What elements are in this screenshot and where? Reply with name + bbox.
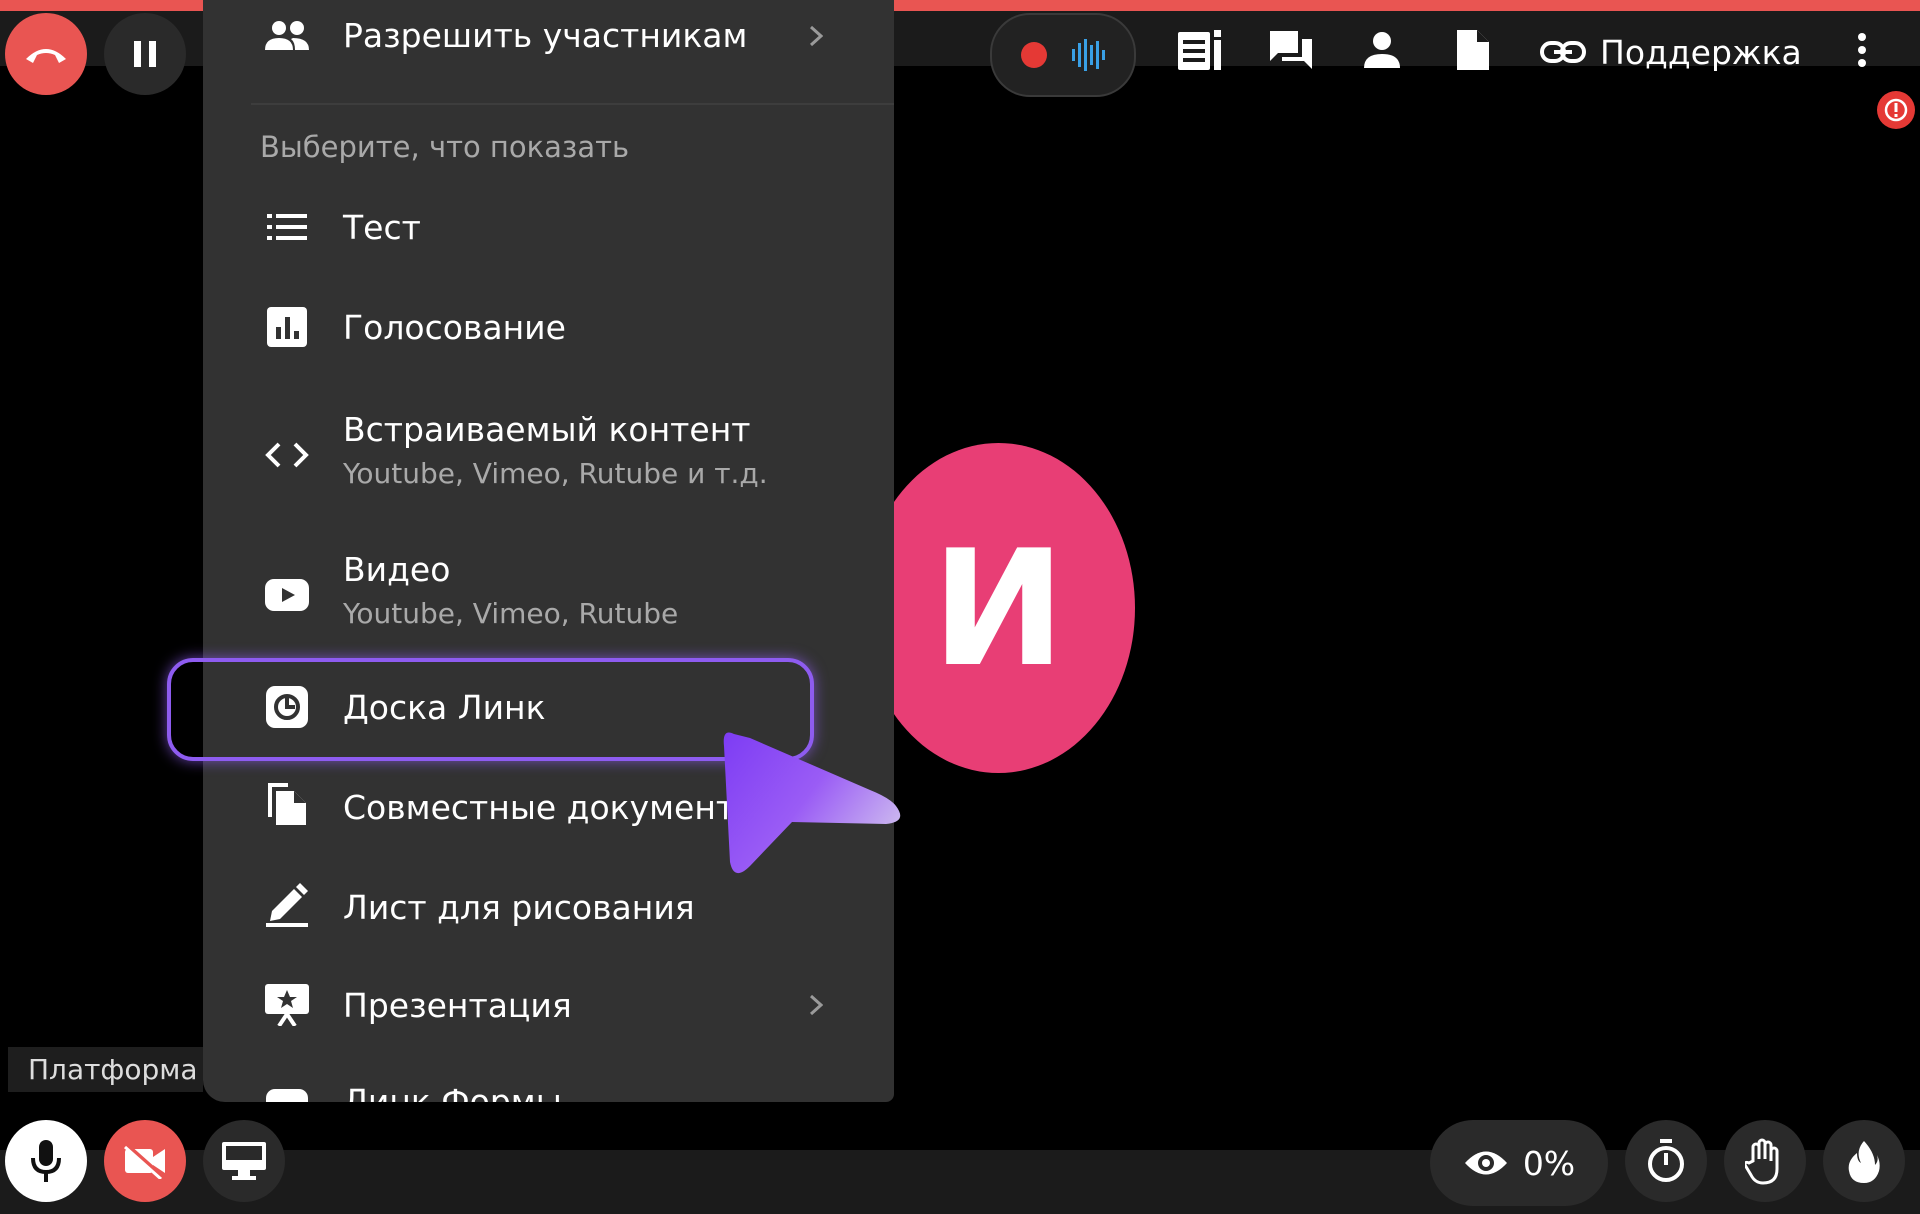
- cursor-pointer-icon: [720, 726, 910, 890]
- camera-toggle-button[interactable]: [104, 1120, 186, 1202]
- link-icon: [1540, 40, 1586, 64]
- more-menu-button[interactable]: [1840, 26, 1884, 74]
- raise-hand-icon: [1745, 1137, 1785, 1185]
- timer-icon: [1646, 1139, 1686, 1183]
- highlight-frame: [167, 658, 814, 761]
- menu-item-label: Линк Формы: [343, 1082, 562, 1102]
- menu-item-label: Совместные документы: [343, 788, 762, 827]
- alert-icon: [1884, 98, 1908, 122]
- timer-button[interactable]: [1625, 1120, 1707, 1202]
- end-call-button[interactable]: [5, 13, 87, 95]
- participants-button[interactable]: [1358, 26, 1406, 74]
- reactions-button[interactable]: [1823, 1120, 1905, 1202]
- menu-section-header: Выберите, что показать: [260, 130, 630, 164]
- pencil-icon: [263, 880, 311, 928]
- files-button[interactable]: [1449, 26, 1497, 74]
- screen-share-button[interactable]: [203, 1120, 285, 1202]
- presentation-icon: [263, 980, 311, 1028]
- person-icon: [1362, 30, 1402, 70]
- menu-item-presentation[interactable]: Презентация: [203, 968, 894, 1043]
- record-icon: [1021, 42, 1047, 68]
- code-icon: [263, 431, 311, 479]
- menu-item-sublabel: Youtube, Vimeo, Rutube и т.д.: [343, 457, 768, 490]
- pause-button[interactable]: [104, 13, 186, 95]
- menu-item-label: Лист для рисования: [343, 888, 695, 927]
- notes-icon: [1177, 28, 1223, 72]
- chevron-right-icon: [801, 990, 831, 1020]
- menu-item-label: Видео: [343, 550, 451, 589]
- avatar-letter: И: [931, 514, 1066, 702]
- pause-icon: [132, 39, 158, 69]
- view-percent: 0%: [1522, 1143, 1576, 1183]
- screen-share-icon: [222, 1142, 266, 1180]
- menu-item-label: Тест: [343, 208, 421, 247]
- participant-name-label: Платформа Л: [8, 1047, 203, 1092]
- chat-icon: [1268, 29, 1314, 71]
- menu-item-embedded-content[interactable]: Встраиваемый контент Youtube, Vimeo, Rut…: [203, 400, 894, 510]
- chat-button[interactable]: [1267, 26, 1315, 74]
- menu-item-link-forms[interactable]: Линк Формы: [203, 1078, 894, 1102]
- alert-badge[interactable]: [1877, 91, 1915, 129]
- camera-off-icon: [123, 1143, 167, 1179]
- poll-icon: [263, 303, 311, 351]
- more-vert-icon: [1857, 32, 1867, 68]
- list-icon: [263, 203, 311, 251]
- menu-item-label: Презентация: [343, 986, 572, 1025]
- end-call-icon: [23, 43, 69, 65]
- microphone-button[interactable]: [5, 1120, 87, 1202]
- fire-icon: [1847, 1139, 1881, 1183]
- notes-button[interactable]: [1176, 26, 1224, 74]
- chevron-right-icon: [801, 21, 831, 51]
- menu-item-label: Разрешить участникам: [343, 16, 748, 55]
- form-icon: [263, 1086, 311, 1102]
- menu-item-video[interactable]: Видео Youtube, Vimeo, Rutube: [203, 540, 894, 650]
- menu-divider: [251, 103, 894, 105]
- audio-wave-icon: [1071, 39, 1105, 71]
- support-link[interactable]: Поддержка: [1540, 24, 1802, 80]
- youtube-icon: [263, 571, 311, 619]
- support-label: Поддержка: [1600, 32, 1802, 72]
- menu-item-test[interactable]: Тест: [203, 190, 894, 265]
- participant-name: Платформа Л: [28, 1053, 203, 1086]
- documents-icon: [263, 780, 311, 828]
- menu-item-label: Голосование: [343, 308, 566, 347]
- raise-hand-button[interactable]: [1724, 1120, 1806, 1202]
- menu-item-sublabel: Youtube, Vimeo, Rutube: [343, 597, 679, 630]
- menu-item-poll[interactable]: Голосование: [203, 290, 894, 365]
- eye-icon: [1463, 1148, 1509, 1178]
- viewers-percentage-pill[interactable]: 0%: [1430, 1120, 1608, 1206]
- people-icon: [263, 12, 311, 60]
- menu-item-label: Встраиваемый контент: [343, 410, 751, 449]
- microphone-icon: [31, 1140, 61, 1182]
- file-icon: [1455, 28, 1491, 72]
- share-content-menu: Разрешить участникам Выберите, что показ…: [203, 0, 894, 1102]
- recording-indicator[interactable]: [990, 13, 1136, 97]
- participant-avatar: И: [862, 443, 1135, 773]
- menu-item-allow-participants[interactable]: Разрешить участникам: [203, 0, 894, 72]
